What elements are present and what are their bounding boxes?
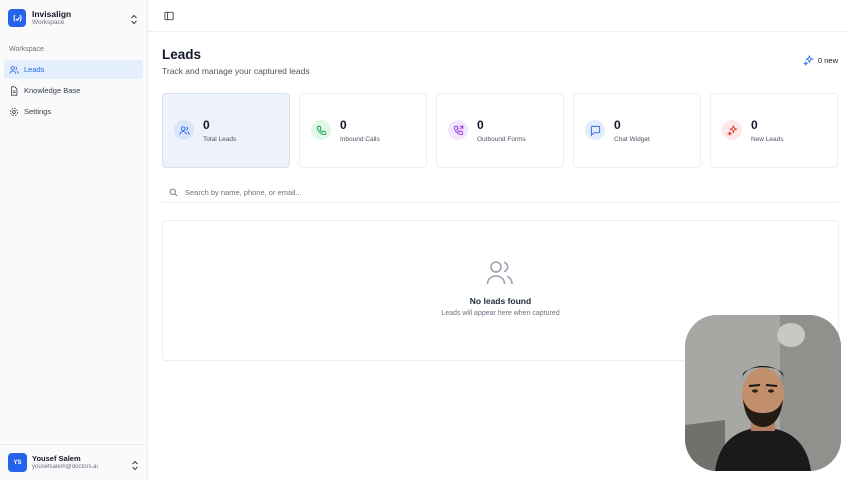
workspace-logo-icon	[8, 9, 26, 27]
users-icon	[9, 65, 19, 74]
chat-icon	[585, 120, 605, 140]
phone-icon	[311, 120, 331, 140]
users-icon	[486, 261, 513, 285]
stat-label: Inbound Calls	[340, 136, 380, 143]
stat-label: New Leads	[751, 136, 784, 143]
sidebar-section-label: Workspace	[9, 46, 44, 53]
new-badge-label: 0 new	[817, 56, 838, 65]
phone-outgoing-icon	[448, 120, 468, 140]
empty-state-title: No leads found	[469, 296, 532, 306]
users-icon	[174, 120, 194, 140]
document-icon	[11, 85, 18, 96]
sidebar-item-leads[interactable]: Leads	[4, 60, 143, 79]
stat-value: 0	[751, 118, 758, 132]
workspace-name: Invisalign	[32, 8, 72, 19]
user-email: yousefsalem@doctors.ai	[32, 464, 98, 471]
sidebar: Invisalign Workspace Workspace Leads Kno…	[0, 0, 148, 480]
new-leads-badge[interactable]: 0 new	[803, 55, 838, 66]
user-menu[interactable]: YS Yousef Salem yousefsalem@doctors.ai	[0, 444, 147, 480]
sidebar-nav: Leads Knowledge Base Settings	[4, 60, 143, 123]
search-icon	[169, 188, 178, 197]
stats-cards: 0 Total Leads 0 Inbound Calls 0 Outbound…	[162, 93, 839, 168]
user-name: Yousef Salem	[32, 454, 81, 463]
chevron-up-down-icon	[131, 458, 139, 476]
sidebar-toggle-icon	[164, 11, 174, 21]
stat-card-inbound-calls[interactable]: 0 Inbound Calls	[299, 93, 427, 168]
stat-value: 0	[340, 118, 347, 132]
search-bar	[162, 183, 839, 203]
sidebar-toggle-button[interactable]	[162, 9, 176, 23]
stat-value: 0	[203, 118, 210, 132]
search-input[interactable]	[185, 188, 785, 197]
workspace-switcher[interactable]: Invisalign Workspace	[6, 6, 142, 30]
sparkle-icon	[722, 120, 742, 140]
sidebar-item-label: Knowledge Base	[24, 86, 81, 95]
avatar: YS	[8, 453, 27, 472]
page-subtitle: Track and manage your captured leads	[162, 66, 310, 76]
chevron-up-down-icon	[130, 12, 138, 30]
sidebar-item-settings[interactable]: Settings	[4, 102, 143, 121]
stat-card-new-leads[interactable]: 0 New Leads	[710, 93, 838, 168]
stat-card-chat-widget[interactable]: 0 Chat Widget	[573, 93, 701, 168]
stat-value: 0	[614, 118, 621, 132]
sidebar-item-label: Settings	[24, 107, 52, 116]
sparkle-icon	[803, 55, 814, 66]
top-bar	[148, 0, 848, 32]
stat-label: Total Leads	[203, 136, 237, 143]
presenter-video-image	[685, 315, 841, 471]
gear-icon	[10, 107, 18, 116]
stat-card-total-leads[interactable]: 0 Total Leads	[162, 93, 290, 168]
stat-card-outbound-forms[interactable]: 0 Outbound Forms	[436, 93, 564, 168]
stat-label: Outbound Forms	[477, 136, 526, 143]
sidebar-item-label: Leads	[24, 65, 45, 74]
stat-value: 0	[477, 118, 484, 132]
webcam-overlay	[685, 315, 841, 471]
workspace-subtitle: Workspace	[32, 19, 65, 26]
sidebar-item-knowledge-base[interactable]: Knowledge Base	[4, 81, 143, 100]
stat-label: Chat Widget	[614, 136, 650, 143]
page-title: Leads	[162, 47, 202, 62]
